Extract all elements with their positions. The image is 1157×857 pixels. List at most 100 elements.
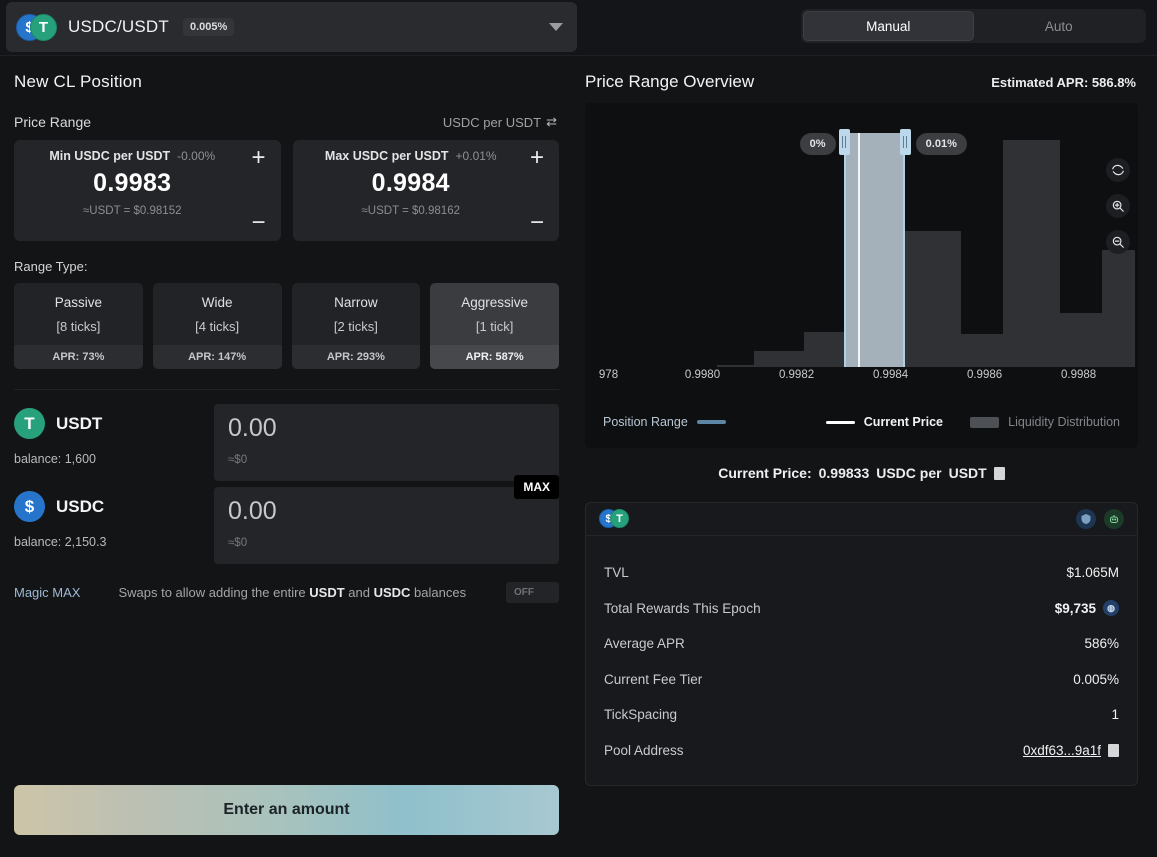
mode-toggle: Manual Auto xyxy=(801,9,1146,43)
min-price-box[interactable]: Min USDC per USDT -0.00% 0.9983 ≈USDT = … xyxy=(14,140,281,241)
chart-plot-area[interactable]: 0%0.01% xyxy=(585,103,1138,367)
liquidity-chart[interactable]: 0%0.01% 9780.99800.99820.99840.99860.998… xyxy=(585,103,1138,448)
pool-stat-key: Current Fee Tier xyxy=(604,672,702,687)
range-type-ticks: [2 ticks] xyxy=(292,310,421,345)
magic-max-toggle[interactable]: OFF xyxy=(506,582,559,603)
legend-liquidity: Liquidity Distribution xyxy=(970,415,1120,429)
pair-selector[interactable]: $ T USDC/USDT 0.005% xyxy=(6,2,577,52)
range-type-wide[interactable]: Wide[4 ticks]APR: 147% xyxy=(153,283,282,369)
reward-token-icon: ◍ xyxy=(1103,600,1119,616)
pool-stat-row: Average APR586% xyxy=(604,626,1119,662)
max-price-decrement-button[interactable]: − xyxy=(530,211,544,235)
range-type-narrow[interactable]: Narrow[2 ticks]APR: 293% xyxy=(292,283,421,369)
pool-badges xyxy=(1076,509,1124,529)
reset-icon[interactable] xyxy=(1106,158,1130,182)
position-range-band[interactable] xyxy=(844,133,905,367)
chevron-down-icon[interactable] xyxy=(549,23,563,31)
token-inputs: T USDT balance: 1,600 0.00 ≈$0 $ xyxy=(0,390,573,564)
pool-stat-value: 586% xyxy=(1084,636,1119,651)
usdt-amount-input[interactable]: 0.00 ≈$0 xyxy=(214,404,559,481)
liquidity-bar xyxy=(754,351,803,367)
amount-value[interactable]: 0.00 xyxy=(228,497,545,526)
x-axis-tick: 0.9988 xyxy=(1061,369,1096,381)
range-type-apr: APR: 73% xyxy=(14,345,143,369)
range-type-name: Wide xyxy=(153,283,282,310)
pool-info-card: $ T TVL$1.065MTotal Rewa xyxy=(585,502,1138,786)
range-type-name: Aggressive xyxy=(430,283,559,310)
max-price-stepper: + − xyxy=(522,146,552,235)
token-balance: balance: 2,150.3 xyxy=(14,535,214,549)
zoom-out-icon[interactable] xyxy=(1106,230,1130,254)
x-axis-tick: 0.9984 xyxy=(873,369,908,381)
token-symbol: USDT xyxy=(56,414,102,434)
zoom-in-icon[interactable] xyxy=(1106,194,1130,218)
swap-direction-icon[interactable]: ⇄ xyxy=(546,114,557,130)
range-type-name: Passive xyxy=(14,283,143,310)
range-type-options: Passive[8 ticks]APR: 73%Wide[4 ticks]APR… xyxy=(0,274,573,369)
body: New CL Position Price Range USDC per USD… xyxy=(0,56,1157,857)
min-price-pct: -0.00% xyxy=(177,149,215,163)
pool-stat-value[interactable]: 0xdf63...9a1f xyxy=(1023,743,1101,758)
max-price-value[interactable]: 0.9984 xyxy=(305,169,548,198)
copy-icon[interactable] xyxy=(1108,744,1119,757)
pool-stat-row: Pool Address0xdf63...9a1f xyxy=(604,733,1119,769)
submit-button[interactable]: Enter an amount xyxy=(14,785,559,835)
max-button[interactable]: MAX xyxy=(514,475,559,499)
tab-auto[interactable]: Auto xyxy=(974,11,1145,41)
token-info: $ USDC balance: 2,150.3 xyxy=(14,487,214,549)
x-axis-tick: 0.9980 xyxy=(685,369,720,381)
token-row: T USDT balance: 1,600 0.00 ≈$0 xyxy=(14,404,559,481)
shield-icon[interactable] xyxy=(1076,509,1096,529)
min-range-handle[interactable] xyxy=(839,129,850,155)
usdc-amount-input[interactable]: 0.00 ≈$0 xyxy=(214,487,559,564)
tab-manual[interactable]: Manual xyxy=(803,11,974,41)
magic-max-description: Swaps to allow adding the entire USDT an… xyxy=(118,585,466,600)
copy-icon[interactable] xyxy=(994,467,1005,480)
bot-icon[interactable] xyxy=(1104,509,1124,529)
chart-legend: Position Range Current Price Liquidity D… xyxy=(585,396,1138,448)
min-price-caption: Min USDC per USDT xyxy=(49,149,170,163)
unit-toggle[interactable]: USDC per USDT ⇄ xyxy=(443,114,557,130)
min-price-decrement-button[interactable]: − xyxy=(251,211,265,235)
pair-logos: $ T xyxy=(16,12,58,42)
pool-stat-value-wrap: 0xdf63...9a1f xyxy=(1023,743,1119,758)
range-type-apr: APR: 587% xyxy=(430,345,559,369)
pool-stat-value-wrap: 586% xyxy=(1084,636,1119,651)
min-price-stepper: + − xyxy=(244,146,274,235)
pool-stat-value-wrap: 1 xyxy=(1111,707,1119,722)
legend-liquidity-label: Liquidity Distribution xyxy=(1008,415,1120,429)
pool-stat-value: $1.065M xyxy=(1066,565,1119,580)
pool-stat-key: TVL xyxy=(604,565,629,580)
amount-value[interactable]: 0.00 xyxy=(228,414,545,443)
min-price-value[interactable]: 0.9983 xyxy=(26,169,269,198)
legend-position-range: Position Range xyxy=(603,415,726,429)
range-type-name: Narrow xyxy=(292,283,421,310)
pool-stat-row: Current Fee Tier0.005% xyxy=(604,662,1119,698)
max-price-increment-button[interactable]: + xyxy=(530,146,544,170)
min-price-usd: ≈USDT = $0.98152 xyxy=(26,205,269,217)
left-panel: New CL Position Price Range USDC per USD… xyxy=(0,56,573,857)
range-type-ticks: [1 tick] xyxy=(430,310,559,345)
liquidity-bar xyxy=(1060,313,1102,367)
range-inputs: Min USDC per USDT -0.00% 0.9983 ≈USDT = … xyxy=(0,130,573,241)
range-type-apr: APR: 293% xyxy=(292,345,421,369)
chart-controls xyxy=(1106,158,1130,254)
legend-swatch xyxy=(697,420,726,424)
min-price-increment-button[interactable]: + xyxy=(251,146,265,170)
current-price-readout: Current Price: 0.99833 USDC per USDT xyxy=(585,465,1138,481)
x-axis-tick: 978 xyxy=(599,369,618,381)
usdt-token-icon: T xyxy=(30,14,57,41)
pool-stat-value: 1 xyxy=(1111,707,1119,722)
estimated-apr: Estimated APR: 586.8% xyxy=(991,75,1136,90)
range-type-aggressive[interactable]: Aggressive[1 tick]APR: 587% xyxy=(430,283,559,369)
max-price-box[interactable]: Max USDC per USDT +0.01% 0.9984 ≈USDT = … xyxy=(293,140,560,241)
max-range-handle[interactable] xyxy=(900,129,911,155)
legend-position-range-label: Position Range xyxy=(603,415,688,429)
current-price-unit-b: USDT xyxy=(949,465,987,481)
max-range-pct-pill: 0.01% xyxy=(916,133,967,155)
range-type-passive[interactable]: Passive[8 ticks]APR: 73% xyxy=(14,283,143,369)
token-info: T USDT balance: 1,600 xyxy=(14,404,214,466)
usdt-token-icon: T xyxy=(14,408,45,439)
price-range-overview-header: Price Range Overview Estimated APR: 586.… xyxy=(581,56,1157,92)
pool-stat-key: TickSpacing xyxy=(604,707,677,722)
